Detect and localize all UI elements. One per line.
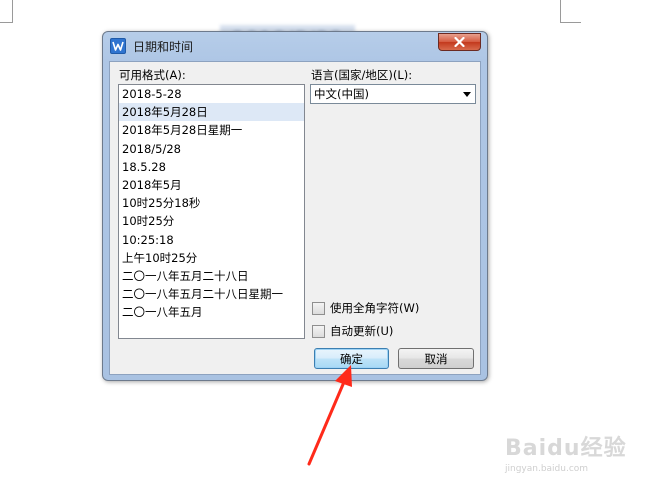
baidu-jingyan-watermark: Baidu经验 jingyan.baidu.com — [505, 430, 627, 474]
annotation-arrow-shaft — [307, 380, 346, 466]
annotation-arrow — [307, 365, 352, 466]
annotation-arrow-head — [335, 365, 352, 387]
watermark-main: Baidu经验 — [505, 436, 627, 461]
watermark-sub: jingyan.baidu.com — [505, 464, 589, 474]
